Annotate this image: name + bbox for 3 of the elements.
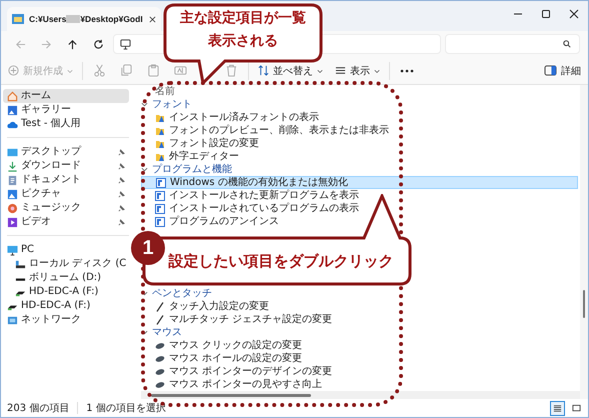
- callout-text: 主な設定項目が一覧 表示される: [179, 8, 307, 51]
- item-count: 203 個の項目: [7, 402, 70, 415]
- callout-text: 設定したい項目をダブルクリック: [167, 252, 394, 270]
